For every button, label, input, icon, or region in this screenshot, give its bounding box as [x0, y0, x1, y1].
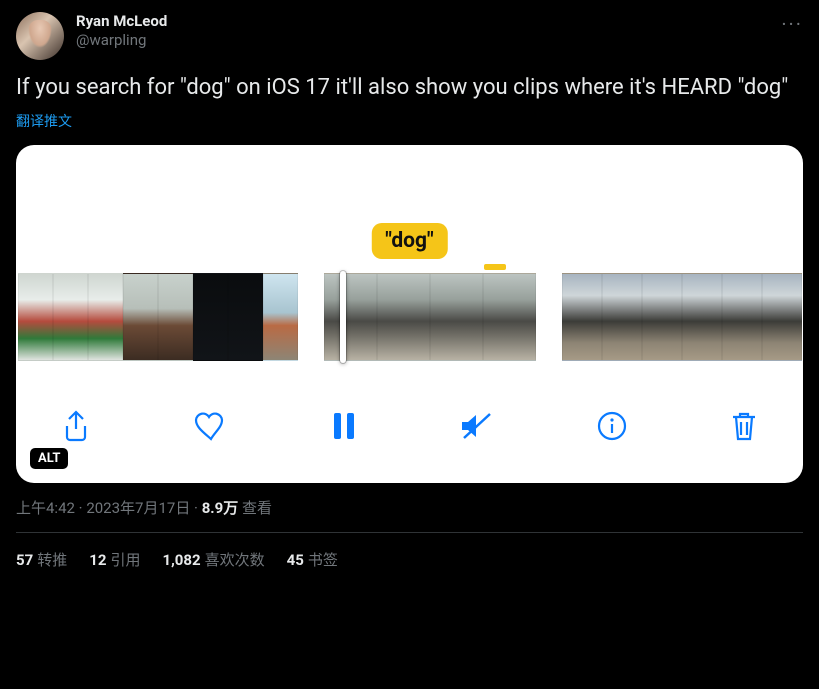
search-tag: "dog" [371, 223, 447, 259]
thumbnail [430, 273, 483, 361]
alt-badge[interactable]: ALT [30, 448, 68, 469]
thumbnail [193, 273, 228, 361]
thumbnail [682, 273, 722, 361]
thumbnail [722, 273, 762, 361]
thumbnail [18, 273, 53, 361]
tweet-meta: 上午4:42 2023年7月17日 8.9万 查看 [16, 497, 803, 518]
time[interactable]: 上午4:42 [16, 499, 75, 517]
thumbnail [123, 273, 158, 361]
thumbnail [762, 273, 802, 361]
stat-likes[interactable]: 1,082喜欢次数 [162, 549, 264, 570]
playhead[interactable] [340, 271, 346, 363]
views-count: 8.9万 [202, 499, 239, 517]
tag-marker [484, 264, 506, 270]
stat-quotes[interactable]: 12引用 [89, 549, 140, 570]
display-name: Ryan McLeod [76, 12, 167, 31]
tweet-header: Ryan McLeod @warpling ··· [16, 12, 803, 60]
more-icon[interactable]: ··· [781, 12, 803, 36]
translate-link[interactable]: 翻译推文 [16, 111, 803, 131]
views-label: 查看 [242, 499, 272, 517]
thumbnail [53, 273, 88, 361]
thumbnail [562, 273, 602, 361]
thumbnail [324, 273, 377, 361]
thumbnail [377, 273, 430, 361]
pause-icon[interactable] [331, 411, 357, 441]
media-card[interactable]: "dog" [16, 145, 803, 483]
heart-icon[interactable] [193, 410, 229, 442]
thumbnail [602, 273, 642, 361]
tweet-stats: 57转推 12引用 1,082喜欢次数 45书签 [16, 533, 803, 570]
clip-group[interactable] [562, 273, 802, 361]
date[interactable]: 2023年7月17日 [86, 499, 190, 517]
trash-icon[interactable] [729, 409, 759, 443]
thumbnail [158, 273, 193, 361]
clip-group[interactable] [18, 273, 298, 361]
stat-retweets[interactable]: 57转推 [16, 549, 67, 570]
thumbnail [483, 273, 536, 361]
thumbnail [263, 273, 298, 361]
avatar[interactable] [16, 12, 64, 60]
handle: @warpling [76, 31, 167, 50]
thumbnail [642, 273, 682, 361]
stat-bookmarks[interactable]: 45书签 [287, 549, 338, 570]
info-icon[interactable] [596, 410, 628, 442]
tweet-container: Ryan McLeod @warpling ··· If you search … [0, 0, 819, 582]
tweet-text: If you search for "dog" on iOS 17 it'll … [16, 74, 803, 103]
video-timeline[interactable] [16, 273, 803, 361]
thumbnail [88, 273, 123, 361]
thumbnail [228, 273, 263, 361]
clip-group[interactable] [324, 273, 536, 361]
mute-icon[interactable] [458, 410, 494, 442]
author-names[interactable]: Ryan McLeod @warpling [76, 12, 167, 50]
media-toolbar [16, 397, 803, 455]
share-icon[interactable] [60, 409, 92, 443]
